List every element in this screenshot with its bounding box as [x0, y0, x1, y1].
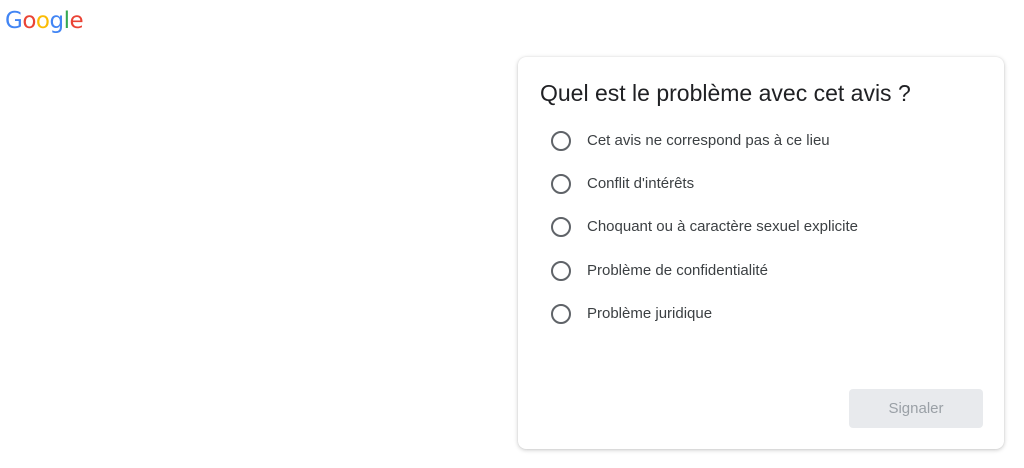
- radio-button[interactable]: [551, 173, 571, 194]
- logo-letter: e: [69, 8, 84, 34]
- radio-button[interactable]: [551, 303, 571, 324]
- dialog-title: Quel est le problème avec cet avis ?: [540, 80, 911, 106]
- logo-letter: o: [22, 8, 36, 34]
- logo-letter: o: [35, 8, 50, 34]
- logo-letter: g: [49, 8, 64, 34]
- google-logo: Google: [5, 6, 84, 36]
- reason-option-conflict-of-interest[interactable]: Conflit d'intérêts: [550, 162, 858, 205]
- reason-option-offensive[interactable]: Choquant ou à caractère sexuel explicite: [550, 206, 858, 249]
- reason-option-privacy[interactable]: Problème de confidentialité: [550, 249, 858, 292]
- radio-button[interactable]: [551, 217, 571, 238]
- radio-button[interactable]: [551, 130, 571, 151]
- option-label: Conflit d'intérêts: [587, 174, 695, 192]
- radio-button[interactable]: [551, 260, 571, 281]
- report-review-dialog: Quel est le problème avec cet avis ? Cet…: [518, 57, 1004, 449]
- option-label: Choquant ou à caractère sexuel explicite: [587, 218, 858, 236]
- reason-option-wrong-place[interactable]: Cet avis ne correspond pas à ce lieu: [550, 119, 858, 162]
- logo-letter: G: [5, 8, 23, 34]
- option-label: Problème juridique: [587, 304, 713, 322]
- report-submit-button[interactable]: Signaler: [849, 389, 983, 428]
- report-reason-list: Cet avis ne correspond pas à ce lieu Con…: [550, 119, 858, 335]
- option-label: Cet avis ne correspond pas à ce lieu: [587, 131, 830, 149]
- option-label: Problème de confidentialité: [587, 261, 768, 279]
- page: Google Quel est le problème avec cet avi…: [0, 0, 1024, 468]
- reason-option-legal[interactable]: Problème juridique: [550, 292, 858, 335]
